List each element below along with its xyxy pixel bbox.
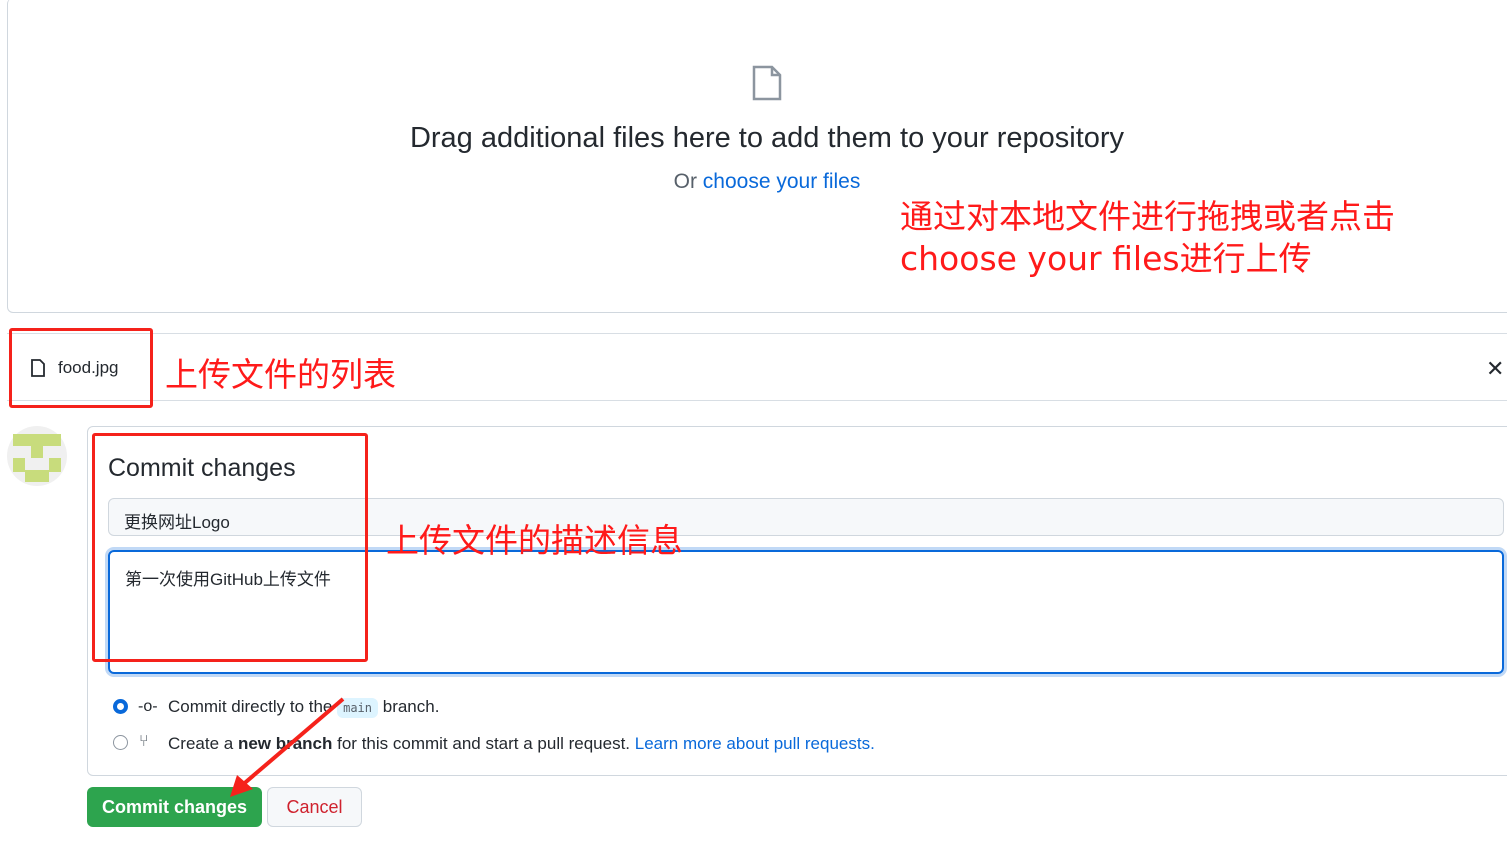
pull-request-icon: ⑂ (139, 733, 149, 750)
annotation-box-list (9, 328, 153, 408)
remove-file-close-icon[interactable]: ✕ (1486, 356, 1504, 382)
choose-files-link[interactable]: choose your files (703, 170, 861, 193)
annotation-desc: 上传文件的描述信息 (386, 521, 683, 560)
annotation-drop: 通过对本地文件进行拖拽或者点击 (900, 197, 1395, 236)
file-icon (752, 65, 782, 101)
annotation-drop-2: choose your files进行上传 (900, 239, 1312, 278)
annotation-list: 上传文件的列表 (165, 355, 396, 394)
learn-more-link[interactable]: Learn more about pull requests. (635, 734, 875, 753)
dropzone-title: Drag additional files here to add them t… (409, 122, 1125, 154)
new-branch-radio[interactable] (113, 735, 128, 750)
avatar (7, 426, 67, 486)
commit-icon: -o- (138, 698, 158, 715)
or-text: Or (673, 170, 703, 193)
commit-direct-radio[interactable] (113, 699, 128, 714)
annotation-arrow (230, 697, 345, 797)
annotation-box-commit (92, 433, 368, 662)
option-text: branch. (378, 697, 440, 716)
option-text: for this commit and start a pull request… (332, 734, 635, 753)
